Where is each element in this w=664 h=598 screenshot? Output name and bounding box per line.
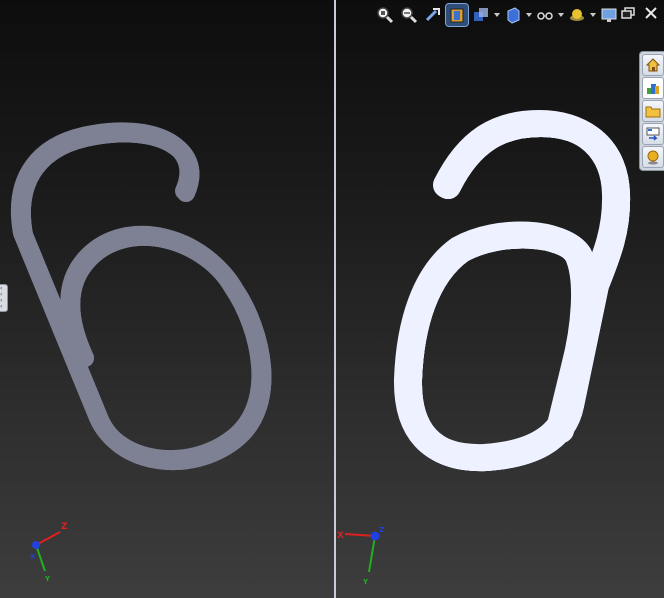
section-view-icon[interactable]: [445, 3, 469, 27]
z-label: Z: [379, 526, 384, 534]
appearances-scenes-icon[interactable]: [642, 146, 664, 168]
heads-up-view-toolbar: [374, 3, 620, 27]
restore-icon[interactable]: [620, 5, 636, 21]
coordinate-triad-right: X Y Z: [337, 526, 384, 586]
design-library-icon[interactable]: [642, 77, 664, 99]
chevron-down-icon[interactable]: [558, 4, 564, 26]
hook-model-right-selected[interactable]: [407, 123, 617, 458]
file-explorer-icon[interactable]: [642, 100, 664, 122]
solidworks-resources-icon[interactable]: [642, 54, 664, 76]
x-label: X: [30, 553, 36, 561]
display-style-icon[interactable]: [502, 4, 524, 26]
chevron-down-icon[interactable]: [494, 4, 500, 26]
zoom-to-area-icon[interactable]: [398, 4, 420, 26]
left-graphics-viewport[interactable]: Z X Y ‹ ‹ ‹ ‹: [0, 0, 334, 598]
y-label: Y: [362, 578, 369, 586]
chevron-down-icon[interactable]: [526, 4, 532, 26]
zoom-to-fit-icon[interactable]: [374, 4, 396, 26]
hide-show-items-icon[interactable]: [534, 4, 556, 26]
z-label: Z: [61, 522, 68, 532]
x-axis-line: [344, 533, 376, 537]
right-model-canvas[interactable]: X Y Z: [336, 0, 664, 598]
chevron-down-icon[interactable]: [590, 4, 596, 26]
y-axis-line: [35, 544, 46, 572]
previous-view-icon[interactable]: [422, 4, 444, 26]
task-pane-tabs: [639, 51, 664, 171]
edit-appearance-icon[interactable]: [566, 4, 588, 26]
view-orientation-icon[interactable]: [470, 4, 492, 26]
apply-scene-icon[interactable]: [598, 4, 620, 26]
right-graphics-viewport[interactable]: X Y Z: [336, 0, 664, 598]
z-axis-dot: [32, 541, 40, 549]
hook-model-left[interactable]: [20, 131, 263, 461]
left-model-canvas[interactable]: Z X Y: [0, 0, 334, 598]
close-icon[interactable]: [643, 5, 659, 21]
y-label: Y: [44, 575, 51, 583]
view-palette-icon[interactable]: [642, 123, 664, 145]
x-axis-line: [35, 531, 61, 546]
coordinate-triad-left: Z X Y: [30, 522, 68, 583]
feature-tree-collapse-handle[interactable]: ‹ ‹ ‹ ‹: [0, 284, 8, 312]
y-axis-line: [368, 535, 376, 573]
x-label: X: [337, 531, 344, 541]
